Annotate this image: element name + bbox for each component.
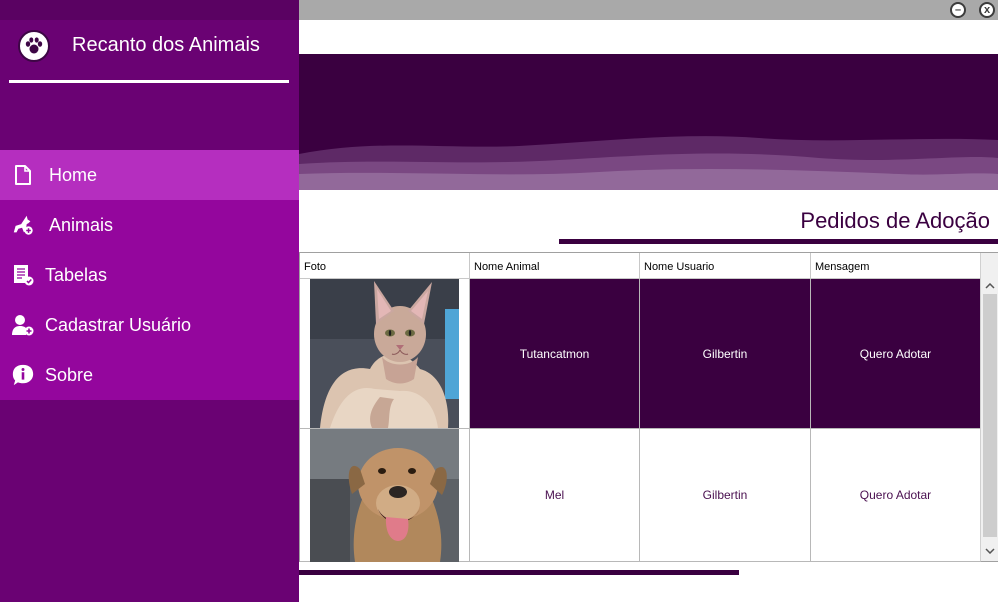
sidebar-top-strip	[0, 0, 299, 20]
sidebar-item-label: Tabelas	[45, 264, 108, 285]
sidebar-item-label: Sobre	[45, 364, 94, 385]
file-icon	[11, 163, 35, 187]
sidebar-item-label: Animais	[49, 214, 114, 235]
user-name-cell[interactable]: Gilbertin	[640, 279, 811, 429]
adoption-requests-table: Foto Nome Animal Nome Usuario Mensagem T…	[299, 252, 998, 562]
paw-icon	[18, 30, 50, 62]
column-header-nome-usuario[interactable]: Nome Usuario	[640, 253, 811, 279]
animal-name-cell[interactable]: Tutancatmon	[470, 279, 640, 429]
dog-add-icon	[11, 213, 35, 237]
column-header-foto[interactable]: Foto	[300, 253, 470, 279]
sidebar-item-label: Cadastrar Usuário	[45, 314, 192, 335]
photo-cell[interactable]	[300, 279, 470, 429]
page-title: Pedidos de Adoção	[800, 208, 990, 233]
bottom-divider	[299, 570, 739, 575]
sidebar-item-label: Home	[49, 164, 98, 185]
sidebar-item-cadastrar-usuario[interactable]: Cadastrar Usuário	[0, 300, 299, 350]
sidebar-item-animais[interactable]: Animais	[0, 200, 299, 250]
title-divider	[9, 80, 289, 83]
sidebar-item-tabelas[interactable]: Tabelas	[0, 250, 299, 300]
scroll-up-icon[interactable]	[981, 278, 998, 294]
table-check-icon	[11, 263, 35, 287]
column-header-nome-animal[interactable]: Nome Animal	[470, 253, 640, 279]
sidebar-item-sobre[interactable]: Sobre	[0, 350, 299, 400]
scroll-down-icon[interactable]	[981, 543, 998, 559]
sphynx-cat-photo	[310, 279, 459, 428]
sidebar: Recanto dos Animais Home Animais Tabelas	[0, 0, 299, 602]
app-window: Recanto dos Animais Home Animais Tabelas	[0, 0, 998, 602]
column-header-mensagem[interactable]: Mensagem	[811, 253, 981, 279]
minimize-icon: –	[954, 3, 962, 16]
title-bar	[299, 0, 998, 20]
animal-name-cell[interactable]: Mel	[470, 429, 640, 562]
message-cell[interactable]: Quero Adotar	[811, 429, 981, 562]
minimize-button[interactable]: –	[950, 2, 966, 18]
user-name-cell[interactable]: Gilbertin	[640, 429, 811, 562]
app-title: Recanto dos Animais	[72, 34, 260, 56]
scroll-thumb[interactable]	[983, 294, 997, 537]
sidebar-nav: Home Animais Tabelas Cadastrar Usuário S…	[0, 150, 299, 400]
header-banner	[299, 54, 998, 190]
photo-cell[interactable]	[300, 429, 470, 562]
user-add-icon	[11, 313, 35, 337]
sidebar-item-home[interactable]: Home	[0, 150, 299, 200]
close-icon: x	[983, 3, 991, 16]
brown-dog-photo	[310, 429, 459, 562]
info-icon	[11, 363, 35, 387]
close-button[interactable]: x	[979, 2, 995, 18]
table-scrollbar[interactable]	[980, 253, 998, 561]
message-cell[interactable]: Quero Adotar	[811, 279, 981, 429]
title-divider	[559, 239, 998, 244]
